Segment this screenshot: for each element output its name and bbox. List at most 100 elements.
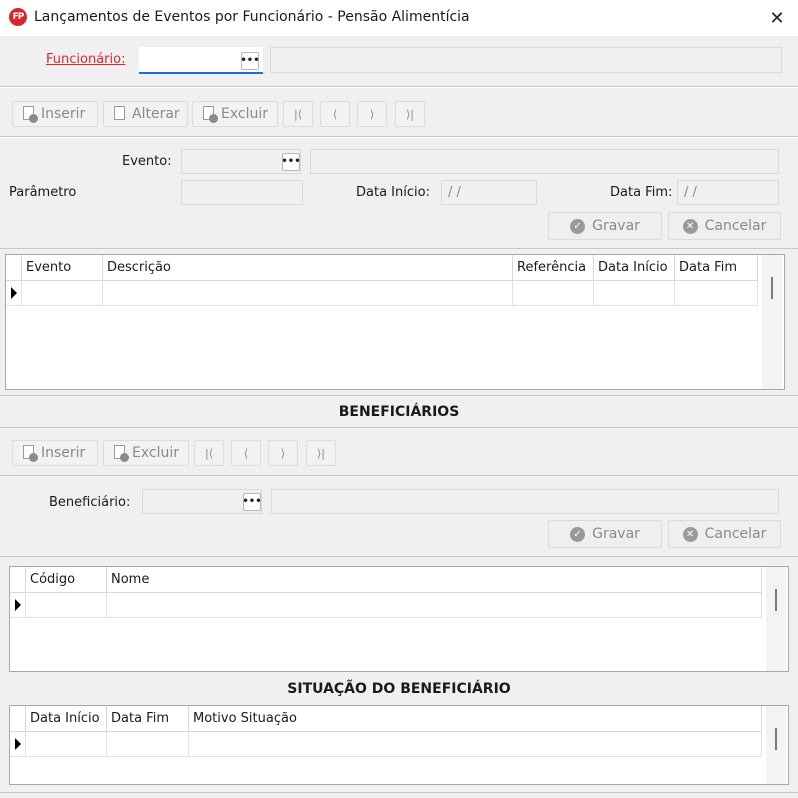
last-icon: ⟩| <box>406 107 414 121</box>
parametro-label: Parâmetro <box>9 185 77 200</box>
gravar-label: Gravar <box>592 526 640 542</box>
next-record-button[interactable]: ⟩ <box>268 440 298 466</box>
beneficiarios-grid[interactable]: Código Nome <box>9 566 789 672</box>
column-header[interactable]: Descrição <box>103 255 513 280</box>
divider <box>0 427 798 428</box>
evento-lookup-button[interactable]: ••• <box>281 153 301 171</box>
divider <box>0 137 798 138</box>
next-icon: ⟩ <box>369 107 375 121</box>
column-header[interactable]: Referência <box>513 255 594 280</box>
excluir-label: Excluir <box>132 445 179 461</box>
situacao-grid[interactable]: Data Início Data Fim Motivo Situação <box>9 705 789 785</box>
first-record-button[interactable]: |⟨ <box>283 101 313 127</box>
insert-doc-icon <box>21 105 38 123</box>
check-icon: ✓ <box>570 218 586 234</box>
divider <box>0 792 798 793</box>
divider <box>0 87 798 88</box>
beneficiario-excluir-button[interactable]: Excluir <box>103 440 189 466</box>
first-icon: |⟨ <box>294 107 302 121</box>
table-row[interactable] <box>10 732 762 757</box>
prev-icon: ⟨ <box>243 446 249 460</box>
vertical-scrollbar[interactable] <box>766 567 786 671</box>
cancelar-label: Cancelar <box>704 218 767 234</box>
cancel-icon: ✕ <box>682 526 698 542</box>
row-pointer-icon <box>6 281 22 305</box>
last-icon: ⟩| <box>317 446 325 460</box>
row-pointer-icon <box>10 732 26 756</box>
cancelar-button[interactable]: ✕ Cancelar <box>668 212 781 240</box>
cancelar-label: Cancelar <box>704 526 767 542</box>
column-header[interactable]: Código <box>26 567 107 592</box>
grid-header: Código Nome <box>10 567 762 593</box>
next-icon: ⟩ <box>280 446 286 460</box>
gravar-button[interactable]: ✓ Gravar <box>548 212 662 240</box>
data-fim-input[interactable]: / / <box>677 180 779 205</box>
evento-description-field <box>310 149 779 174</box>
column-header[interactable]: Data Início <box>594 255 675 280</box>
row-indicator-header <box>6 255 22 280</box>
app-logo-icon: FP <box>9 8 27 26</box>
beneficiario-lookup-button[interactable]: ••• <box>242 493 262 511</box>
prev-record-button[interactable]: ⟨ <box>320 101 350 127</box>
cancel-icon: ✕ <box>682 218 698 234</box>
data-inicio-input[interactable]: / / <box>441 180 537 205</box>
alterar-button[interactable]: Alterar <box>103 101 188 127</box>
ellipsis-icon: ••• <box>240 55 260 66</box>
last-record-button[interactable]: ⟩| <box>306 440 336 466</box>
close-button[interactable]: ✕ <box>762 4 792 32</box>
vertical-scrollbar[interactable] <box>762 255 782 389</box>
gravar-label: Gravar <box>592 218 640 234</box>
divider <box>0 395 798 396</box>
grid-header: Data Início Data Fim Motivo Situação <box>10 706 762 732</box>
row-indicator-header <box>10 567 26 592</box>
row-pointer-icon <box>10 593 26 617</box>
scroll-thumb[interactable] <box>775 589 777 611</box>
close-icon: ✕ <box>769 7 785 29</box>
funcionario-name-field <box>270 47 782 73</box>
check-icon: ✓ <box>570 526 586 542</box>
parametro-input[interactable] <box>181 180 303 205</box>
first-record-button[interactable]: |⟨ <box>194 440 224 466</box>
column-header[interactable]: Motivo Situação <box>189 706 762 731</box>
delete-doc-icon <box>201 105 218 123</box>
table-row[interactable] <box>10 593 762 618</box>
inserir-button[interactable]: Inserir <box>12 101 98 127</box>
prev-record-button[interactable]: ⟨ <box>231 440 261 466</box>
inserir-label: Inserir <box>41 445 86 461</box>
funcionario-label: Funcionário: <box>46 52 126 67</box>
inserir-label: Inserir <box>41 106 86 122</box>
column-header[interactable]: Data Início <box>26 706 107 731</box>
vertical-scrollbar[interactable] <box>766 706 786 784</box>
last-record-button[interactable]: ⟩| <box>395 101 425 127</box>
ellipsis-icon: ••• <box>281 156 301 167</box>
data-fim-label: Data Fim: <box>610 185 673 200</box>
prev-icon: ⟨ <box>332 107 338 121</box>
eventos-grid[interactable]: Evento Descrição Referência Data Início … <box>5 254 785 390</box>
scroll-thumb[interactable] <box>771 277 773 299</box>
beneficiarios-section-title: BENEFICIÁRIOS <box>338 404 460 420</box>
excluir-button[interactable]: Excluir <box>192 101 278 127</box>
evento-label: Evento: <box>122 154 172 169</box>
insert-doc-icon <box>21 444 38 462</box>
column-header[interactable]: Nome <box>107 567 762 592</box>
divider <box>0 556 798 557</box>
column-header[interactable]: Data Fim <box>675 255 758 280</box>
edit-doc-icon <box>112 105 128 123</box>
column-header[interactable]: Data Fim <box>107 706 189 731</box>
table-row[interactable] <box>6 281 758 306</box>
funcionario-lookup-button[interactable]: ••• <box>240 52 260 70</box>
window-title: Lançamentos de Eventos por Funcionário -… <box>34 9 470 25</box>
beneficiario-gravar-button[interactable]: ✓ Gravar <box>548 520 662 548</box>
grid-header: Evento Descrição Referência Data Início … <box>6 255 758 281</box>
beneficiario-inserir-button[interactable]: Inserir <box>12 440 98 466</box>
beneficiario-cancelar-button[interactable]: ✕ Cancelar <box>668 520 781 548</box>
beneficiario-label: Beneficiário: <box>49 495 131 510</box>
ellipsis-icon: ••• <box>242 496 262 507</box>
scroll-thumb[interactable] <box>775 728 777 750</box>
delete-doc-icon <box>112 444 129 462</box>
next-record-button[interactable]: ⟩ <box>357 101 387 127</box>
divider <box>0 248 798 249</box>
column-header[interactable]: Evento <box>22 255 103 280</box>
excluir-label: Excluir <box>221 106 268 122</box>
divider <box>0 475 798 476</box>
